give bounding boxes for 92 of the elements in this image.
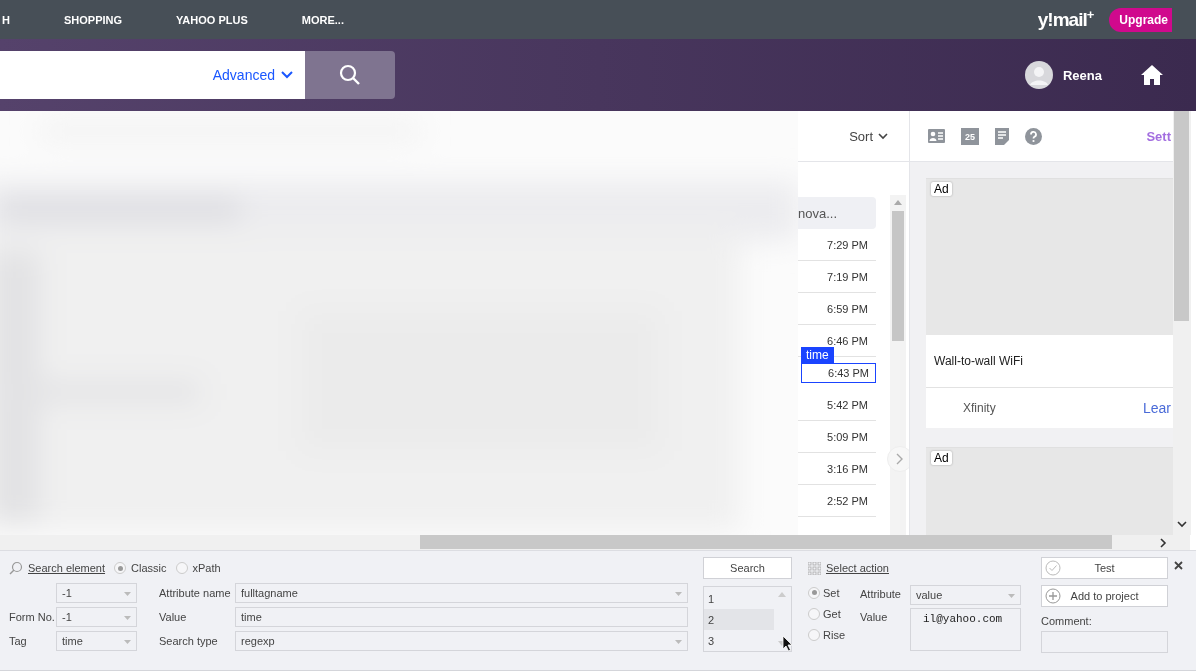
add-to-project-button[interactable]: Add to project (1041, 585, 1168, 607)
mail-logo: y!mail$^{+}$ (1037, 7, 1094, 32)
ad-badge: Ad (931, 182, 952, 196)
radio-button[interactable] (175, 562, 188, 574)
scrollbar[interactable] (0, 535, 1190, 550)
results-list[interactable]: 1 2 3 (703, 586, 792, 652)
text-field[interactable]: time (235, 607, 688, 627)
scrollbar[interactable] (890, 195, 906, 535)
ad-title: Wall-to-wall WiFi (934, 354, 1023, 368)
sort-button[interactable]: Sort (849, 128, 888, 144)
comment-field[interactable] (1041, 631, 1168, 653)
contact-card-icon[interactable] (928, 129, 945, 143)
ad-card[interactable]: Ad (926, 447, 1173, 535)
advanced-link[interactable]: Advanced (212, 67, 275, 83)
search-button[interactable] (305, 51, 395, 99)
nav-link[interactable]: MORE... (301, 13, 344, 26)
dropdown-arrow-icon (124, 592, 131, 596)
radio-button[interactable] (808, 628, 820, 641)
chevron-icon (281, 71, 293, 79)
comment-label: Comment: (1041, 615, 1093, 627)
test-button[interactable]: Test (1041, 557, 1168, 579)
learn-more-link[interactable]: Lear (1142, 400, 1171, 416)
next-button[interactable] (887, 446, 909, 472)
message-preview[interactable]: nova... (798, 197, 876, 229)
search-field[interactable]: Advanced (0, 51, 305, 99)
user-name[interactable]: Reena (1062, 67, 1102, 83)
ad-card[interactable]: Ad Wall-to-wall WiFi Xfinity Lear (926, 178, 1173, 428)
message-time[interactable]: 7:29 PM (798, 229, 876, 261)
message-time[interactable]: 5:09 PM (798, 421, 876, 453)
dropdown-arrow-icon (124, 640, 131, 644)
field-label: Value (158, 611, 188, 623)
dropdown[interactable]: time (56, 631, 137, 651)
search-button[interactable]: Search (703, 557, 792, 579)
radio-label[interactable]: Rise (823, 628, 845, 641)
search-icon (9, 561, 23, 575)
search-icon (339, 64, 361, 86)
list-item[interactable]: 1 (704, 588, 774, 609)
radio-label[interactable]: Set (823, 586, 840, 599)
field-label: Tag (9, 635, 28, 647)
field-label: Attribute name (158, 587, 232, 599)
field-label: Attribute (860, 587, 902, 600)
notepad-icon[interactable] (995, 127, 1009, 145)
field-label: Value (860, 610, 889, 623)
upgrade-button[interactable]: Upgrade (1109, 7, 1172, 32)
dropdown[interactable]: value (910, 585, 1021, 605)
radio-button[interactable] (808, 586, 820, 599)
dropdown-arrow-icon (124, 616, 131, 620)
settings-link[interactable]: Sett (1146, 128, 1171, 144)
message-time[interactable]: 7:19 PM (798, 261, 876, 293)
radio-label[interactable]: xPath (192, 562, 221, 574)
chevron-icon (878, 132, 888, 140)
field-label: Form No. (9, 611, 56, 623)
search-element-link[interactable]: Search element (28, 562, 106, 574)
message-time[interactable]: 6:59 PM (798, 293, 876, 325)
message-time[interactable]: 5:42 PM (798, 389, 876, 421)
scrollbar[interactable] (1173, 111, 1191, 535)
list-item[interactable]: 3 (704, 630, 774, 651)
list-item[interactable]: 2 (704, 609, 774, 630)
chevron-icon (896, 453, 904, 465)
dropdown-arrow-icon (675, 592, 682, 596)
home-icon[interactable] (1140, 64, 1164, 86)
dropdown-arrow-icon (675, 640, 682, 644)
help-icon[interactable] (1025, 127, 1042, 145)
nav-link[interactable]: SHOPPING (63, 13, 123, 26)
message-time[interactable]: 2:52 PM (798, 485, 876, 517)
radio-label[interactable]: Get (823, 607, 841, 620)
ad-sponsor: Xfinity (963, 401, 996, 415)
dropdown-arrow-icon (1008, 594, 1015, 598)
radio-button[interactable] (808, 607, 820, 620)
element-label: time (801, 347, 834, 363)
dropdown[interactable]: -1 (56, 607, 137, 627)
message-time[interactable]: 6:43 PM (801, 363, 876, 383)
field-label: Search type (158, 635, 219, 647)
up-arrow-icon[interactable] (778, 592, 786, 597)
ad-badge: Ad (931, 451, 952, 465)
dropdown[interactable]: -1 (56, 583, 137, 603)
dropdown[interactable]: regexp (235, 631, 688, 651)
avatar-icon[interactable] (1024, 61, 1053, 89)
grid-icon (808, 561, 821, 575)
cursor-icon (782, 635, 793, 652)
message-time[interactable]: 3:16 PM (798, 453, 876, 485)
radio-button[interactable] (114, 562, 127, 574)
nav-link[interactable]: H (2, 13, 10, 26)
radio-label[interactable]: Classic (131, 562, 167, 574)
close-icon[interactable] (1174, 561, 1183, 570)
dropdown[interactable]: fulltagname (235, 583, 688, 603)
select-action-link[interactable]: Select action (826, 562, 889, 574)
up-arrow-icon[interactable] (894, 200, 902, 205)
nav-link[interactable]: YAHOO PLUS (176, 13, 248, 26)
check-circle-icon (1045, 560, 1061, 576)
plus-circle-icon (1045, 588, 1061, 604)
value-field[interactable]: il@yahoo.com (910, 608, 1021, 651)
